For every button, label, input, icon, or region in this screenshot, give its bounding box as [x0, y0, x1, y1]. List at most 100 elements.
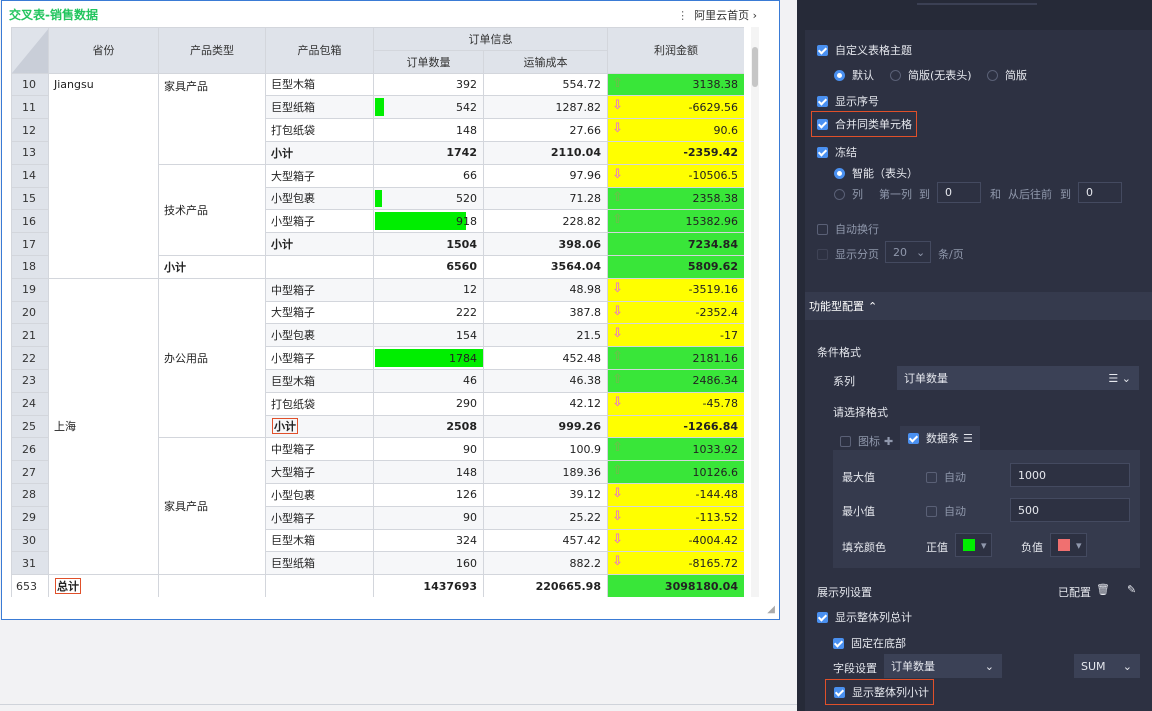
resize-handle-icon[interactable]: ◢ [767, 604, 775, 615]
radio-icon[interactable] [890, 69, 901, 81]
panel-scrollbar[interactable] [797, 30, 805, 711]
show-subtotal-option[interactable]: 显示整体列小计 [825, 679, 934, 705]
freeze-from-input[interactable]: 0 [937, 182, 981, 203]
freeze-smart-radio[interactable]: 智能（表头） [834, 165, 918, 181]
checkbox-checked-icon[interactable] [817, 118, 828, 130]
series-select[interactable]: 订单数量 ☰ ⌄ [897, 366, 1139, 390]
total-profit: 3098180.04 [607, 574, 744, 597]
row-index: 21 [11, 323, 49, 348]
checkbox-icon[interactable] [840, 435, 851, 447]
theme-default-radio[interactable]: 默认 [834, 67, 874, 83]
cond-format-label: 条件格式 [817, 346, 861, 359]
max-auto-option[interactable]: 自动 [926, 469, 966, 485]
agg-select[interactable]: SUM ⌄ [1074, 654, 1140, 678]
header-package[interactable]: 产品包箱 [265, 27, 374, 74]
order-qty-cell: 2508 [373, 414, 484, 439]
package-cell: 巨型木箱 [265, 368, 374, 393]
freeze-back-input[interactable]: 0 [1078, 182, 1122, 203]
func-config-header[interactable]: 功能型配置 ⌃ [805, 292, 1152, 320]
freeze-col-radio[interactable]: 列 [834, 186, 863, 202]
checkbox-icon[interactable] [817, 223, 828, 235]
field-select[interactable]: 订单数量 ⌄ [884, 654, 1002, 678]
profit-value: 3138.38 [692, 77, 739, 91]
row-index: 22 [11, 346, 49, 370]
freeze-from-back-label: 从后往前 [1008, 188, 1052, 201]
header-ship-cost[interactable]: 运输成本 [483, 49, 608, 74]
total-label-cell: 总计 [48, 574, 159, 597]
radio-icon[interactable] [834, 188, 845, 200]
profit-value: -2359.42 [683, 146, 738, 160]
checkbox-checked-icon[interactable] [833, 637, 844, 649]
ship-cost-cell: 398.06 [483, 232, 608, 256]
header-category[interactable]: 产品类型 [158, 27, 266, 74]
ship-cost-cell: 1287.82 [483, 95, 608, 120]
freeze-smart-label: 智能（表头） [852, 167, 918, 180]
max-value-input[interactable]: 1000 [1010, 463, 1130, 487]
checkbox-icon[interactable] [817, 248, 828, 260]
order-qty-cell: 542 [373, 95, 484, 120]
radio-selected-icon[interactable] [834, 69, 845, 81]
show-index-label: 显示序号 [835, 95, 879, 108]
crosstab-report[interactable]: 交叉表-销售数据 ⋮ 阿里云首页 › 省份 产品类型 产品包箱 订单信息 利润金… [1, 0, 780, 620]
checkbox-checked-icon[interactable] [817, 95, 828, 107]
package-cell: 小型包裹 [265, 186, 374, 211]
merge-cells-option[interactable]: 合并同类单元格 [811, 111, 917, 137]
freeze-option[interactable]: 冻结 [817, 144, 857, 160]
scroll-thumb[interactable] [752, 47, 758, 87]
header-profit[interactable]: 利润金额 [607, 27, 744, 74]
package-cell: 大型箱子 [265, 300, 374, 325]
freeze-first-col-label: 第一列 [879, 188, 912, 201]
checkbox-checked-icon[interactable] [817, 146, 828, 158]
home-link[interactable]: ⋮ 阿里云首页 › [677, 7, 757, 23]
checkbox-icon[interactable] [926, 471, 937, 483]
profit-value: -2352.4 [695, 305, 738, 319]
custom-theme-option[interactable]: 自定义表格主题 [817, 42, 912, 58]
show-total-option[interactable]: 显示整体列总计 [817, 609, 912, 625]
header-province[interactable]: 省份 [48, 27, 159, 74]
negative-color-picker[interactable]: ▾ [1050, 533, 1087, 557]
checkbox-checked-icon[interactable] [908, 432, 919, 444]
radio-icon[interactable] [987, 69, 998, 81]
order-qty-cell: 90 [373, 437, 484, 462]
trash-icon[interactable]: 🗑 [1096, 583, 1110, 596]
profit-value: -6629.56 [688, 100, 738, 114]
edit-icon[interactable]: ✎ [1127, 583, 1136, 596]
chevron-up-icon[interactable]: ⌃ [868, 300, 877, 313]
positive-label: 正值 [926, 541, 948, 554]
icon-format-option[interactable]: 图标 ✚ [840, 433, 893, 449]
ship-cost-cell: 387.8 [483, 300, 608, 325]
checkbox-checked-icon[interactable] [817, 611, 828, 623]
radio-selected-icon[interactable] [834, 167, 845, 179]
theme-simple-radio[interactable]: 简版 [987, 67, 1027, 83]
positive-color-picker[interactable]: ▾ [955, 533, 992, 557]
theme-simple-nohead-radio[interactable]: 简版(无表头) [890, 67, 972, 83]
checkbox-checked-icon[interactable] [834, 686, 845, 698]
header-order-info[interactable]: 订单信息 [373, 27, 608, 51]
auto-wrap-option[interactable]: 自动换行 [817, 221, 879, 237]
databar-format-option[interactable]: 数据条 ☰ [900, 426, 980, 450]
arrow-down-icon: ⇩ [612, 485, 623, 501]
vertical-scrollbar[interactable] [751, 27, 759, 597]
arrow-up-icon: ⇧ [612, 349, 623, 365]
min-auto-option[interactable]: 自动 [926, 503, 966, 519]
max-label: 最大值 [842, 471, 875, 484]
checkbox-checked-icon[interactable] [817, 44, 828, 56]
chevron-down-icon: ⌄ [1122, 659, 1132, 673]
corner-triangle-icon [12, 29, 48, 73]
profit-cell: ⇩ -6629.56 [607, 95, 744, 120]
profit-value: -45.78 [702, 397, 738, 411]
min-value-input[interactable]: 500 [1010, 498, 1130, 522]
show-paging-option[interactable]: 显示分页 [817, 246, 879, 262]
show-index-option[interactable]: 显示序号 [817, 93, 879, 109]
profit-value: -17 [720, 328, 738, 342]
plus-icon: ✚ [884, 434, 894, 448]
fix-bottom-option[interactable]: 固定在底部 [833, 635, 906, 651]
header-order-qty[interactable]: 订单数量 [373, 49, 484, 74]
choose-format-label: 请选择格式 [833, 406, 888, 419]
page-size-select[interactable]: 20 ⌄ [885, 241, 931, 263]
page-size-value: 20 [893, 245, 907, 259]
more-icon[interactable]: ⋮ [677, 9, 688, 22]
category-subtotal-cell: 小计 [158, 254, 266, 279]
ship-cost-cell: 2110.04 [483, 140, 608, 165]
checkbox-icon[interactable] [926, 505, 937, 517]
